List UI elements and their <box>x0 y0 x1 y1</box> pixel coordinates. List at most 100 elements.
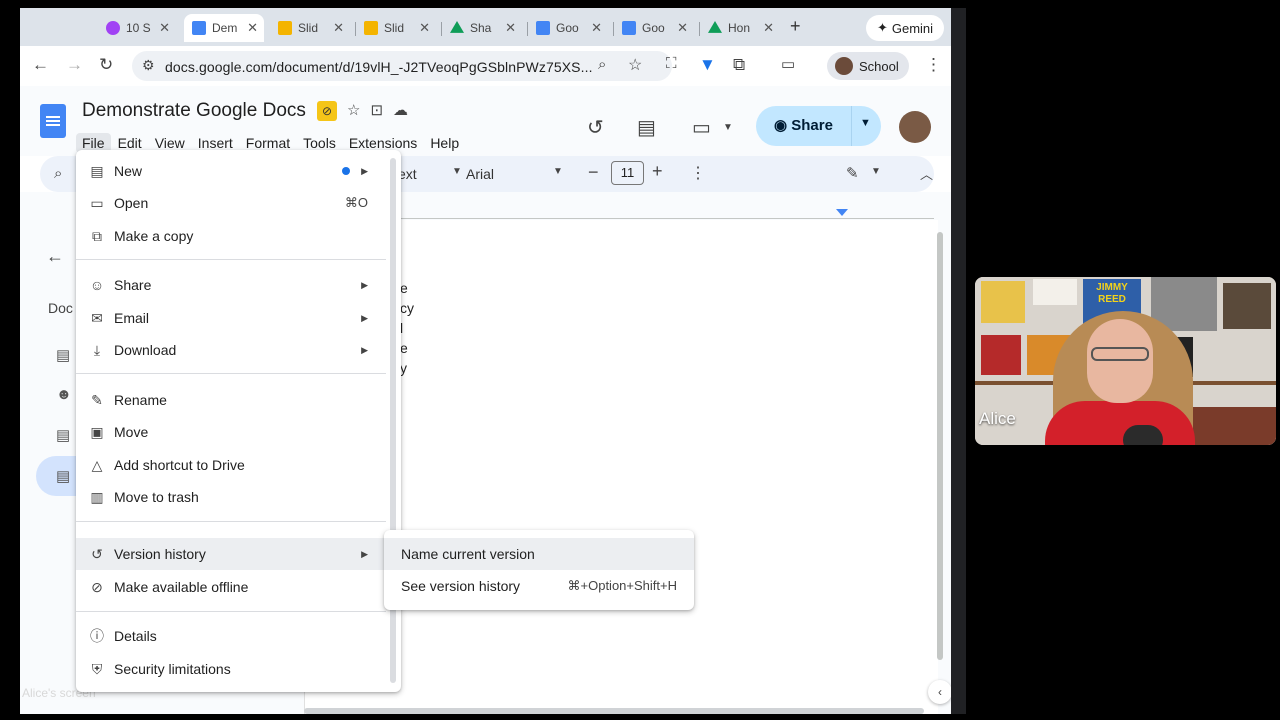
increase-font-size-button[interactable]: + <box>652 161 663 182</box>
new-indicator-dot <box>342 167 350 175</box>
menu-item-add-shortcut[interactable]: △ Add shortcut to Drive <box>76 449 386 481</box>
menu-item-label: Make a copy <box>114 228 194 244</box>
menu-item-move[interactable]: ▣ Move <box>76 416 386 448</box>
forward-arrow-icon[interactable]: → <box>66 55 83 75</box>
tab-label: Slid <box>298 21 319 35</box>
side-panel-toggle[interactable]: ‹ <box>928 680 951 704</box>
menu-item-make-available-offline[interactable]: ⊘ Make available offline <box>76 571 386 603</box>
close-tab-icon[interactable]: ✕ <box>677 20 688 36</box>
search-menus-icon[interactable]: ⌕ <box>54 165 62 182</box>
menu-item-move-to-trash[interactable]: ▥ Move to trash <box>76 481 386 513</box>
browser-tab-1[interactable]: 10 S ✕ <box>98 14 176 42</box>
menu-item-share[interactable]: ☺ Share ▶ <box>76 269 386 301</box>
document-tab-icon[interactable]: ▤ <box>56 467 70 485</box>
menu-item-security-limitations[interactable]: ⛨ Security limitations <box>76 653 386 685</box>
browser-menu-icon[interactable]: ⋮ <box>925 55 942 75</box>
browser-tab-4[interactable]: Slid ✕ <box>356 14 436 42</box>
menu-item-version-history[interactable]: ↺ Version history ▶ <box>76 538 386 570</box>
document-tab-icon[interactable]: ▤ <box>56 346 70 364</box>
profile-button[interactable]: School <box>827 52 909 80</box>
meet-dropdown-icon[interactable]: ▼ <box>723 122 733 133</box>
star-icon[interactable]: ☆ <box>347 101 360 121</box>
move-folder-icon[interactable]: ⊡ <box>370 101 383 121</box>
extension-v-icon[interactable]: ▼ <box>699 55 716 75</box>
submenu-arrow-icon: ▶ <box>361 344 368 355</box>
slides-favicon-icon <box>278 21 292 35</box>
menu-item-rename[interactable]: ✎ Rename <box>76 384 386 416</box>
submenu-arrow-icon: ▶ <box>361 165 368 176</box>
menu-item-see-version-history[interactable]: See version history ⌘+Option+Shift+H <box>384 570 694 602</box>
menu-item-name-current-version[interactable]: Name current version <box>384 538 694 570</box>
comments-icon[interactable]: ▤ <box>637 115 656 140</box>
menu-item-new[interactable]: ▤ New ▶ <box>76 155 386 187</box>
browser-tab-6[interactable]: Goo ✕ <box>528 14 608 42</box>
cloud-status-icon[interactable]: ☁ <box>393 101 408 121</box>
document-title[interactable]: Demonstrate Google Docs <box>82 100 306 122</box>
submenu-arrow-icon: ▶ <box>361 279 368 290</box>
back-arrow-icon[interactable]: ← <box>32 55 49 75</box>
browser-tab-2-active[interactable]: Dem ✕ <box>184 14 264 42</box>
document-tab-icon[interactable]: ▤ <box>56 426 70 444</box>
tab-favicon-icon <box>106 21 120 35</box>
close-tab-icon[interactable]: ✕ <box>247 20 258 36</box>
close-tab-icon[interactable]: ✕ <box>333 20 344 36</box>
zoom-icon[interactable]: ⌕ <box>598 56 606 73</box>
menu-item-download[interactable]: ⤓ Download ▶ <box>76 334 386 366</box>
new-tab-icon[interactable]: + <box>790 16 801 37</box>
menu-item-details[interactable]: ⓘ Details <box>76 620 386 652</box>
screenshot-icon[interactable]: ⛶ <box>666 55 677 72</box>
glasses <box>1091 347 1149 361</box>
address-bar[interactable]: ⚙ docs.google.com/document/d/19vlH_-J2TV… <box>132 51 672 81</box>
chevron-down-icon[interactable]: ▼ <box>553 166 563 177</box>
close-tab-icon[interactable]: ✕ <box>159 20 170 36</box>
horizontal-scrollbar[interactable] <box>304 708 924 714</box>
label-badge-icon[interactable]: ⊘ <box>317 101 337 121</box>
menu-divider <box>76 259 386 260</box>
gemini-button[interactable]: ✦ Gemini <box>866 15 944 41</box>
close-tab-icon[interactable]: ✕ <box>419 20 430 36</box>
meet-video-icon[interactable]: ▭ <box>692 115 711 140</box>
url-text[interactable]: docs.google.com/document/d/19vlH_-J2TVeo… <box>165 59 593 75</box>
drive-favicon-icon <box>450 21 464 33</box>
browser-window: 10 S ✕ Dem ✕ Slid ✕ Slid ✕ Sha ✕ Goo ✕ G… <box>20 8 951 714</box>
extensions-puzzle-icon[interactable]: ⧉ <box>733 55 745 75</box>
ruler-indent-marker[interactable] <box>836 209 848 216</box>
bookmark-star-icon[interactable]: ☆ <box>628 55 642 75</box>
folder-icon: ▭ <box>90 194 104 211</box>
browser-tab-3[interactable]: Slid ✕ <box>270 14 350 42</box>
share-dropdown-icon[interactable]: ▼ <box>860 117 871 129</box>
more-options-icon[interactable]: ⋮ <box>690 163 706 183</box>
vertical-scrollbar[interactable] <box>937 232 943 660</box>
menu-item-email[interactable]: ✉ Email ▶ <box>76 302 386 334</box>
menu-item-open[interactable]: ▭ Open ⌘O <box>76 187 386 219</box>
close-tab-icon[interactable]: ✕ <box>591 20 602 36</box>
emoji-icon[interactable]: ☻ <box>56 386 72 403</box>
font-size-input[interactable]: 11 <box>611 161 644 185</box>
site-info-icon[interactable]: ⚙ <box>142 57 155 74</box>
hide-menus-chevron-icon[interactable]: ︿ <box>920 164 933 183</box>
decrease-font-size-button[interactable]: − <box>588 162 599 183</box>
close-tab-icon[interactable]: ✕ <box>763 20 774 36</box>
chevron-down-icon[interactable]: ▼ <box>871 166 881 177</box>
webcam-video: JIMMY REED Alice <box>975 277 1276 445</box>
browser-tab-5[interactable]: Sha ✕ <box>442 14 522 42</box>
trash-icon: ▥ <box>90 488 104 505</box>
close-tab-icon[interactable]: ✕ <box>505 20 516 36</box>
browser-tab-7[interactable]: Goo ✕ <box>614 14 694 42</box>
shield-icon: ⛨ <box>91 660 103 677</box>
version-history-icon[interactable]: ↺ <box>587 115 604 140</box>
editing-mode-pen-icon[interactable]: ✎ <box>846 164 859 182</box>
back-arrow-icon[interactable]: ← <box>46 246 64 267</box>
avatar[interactable] <box>899 111 931 143</box>
menu-item-make-a-copy[interactable]: ⧉ Make a copy <box>76 220 386 252</box>
docs-logo-icon[interactable] <box>40 104 66 138</box>
menu-shortcut: ⌘+Option+Shift+H <box>567 578 677 593</box>
browser-tab-8[interactable]: Hon ✕ <box>700 14 780 42</box>
chevron-down-icon[interactable]: ▼ <box>452 166 462 177</box>
share-button[interactable]: ◉ Share ▼ <box>756 106 881 146</box>
font-select[interactable]: Arial <box>466 166 494 182</box>
menu-help[interactable]: Help <box>424 133 465 153</box>
reload-icon[interactable]: ↻ <box>99 55 113 75</box>
title-icons: ⊘ ☆ ⊡ ☁ <box>317 101 408 121</box>
cast-icon[interactable]: ▭ <box>781 55 795 73</box>
